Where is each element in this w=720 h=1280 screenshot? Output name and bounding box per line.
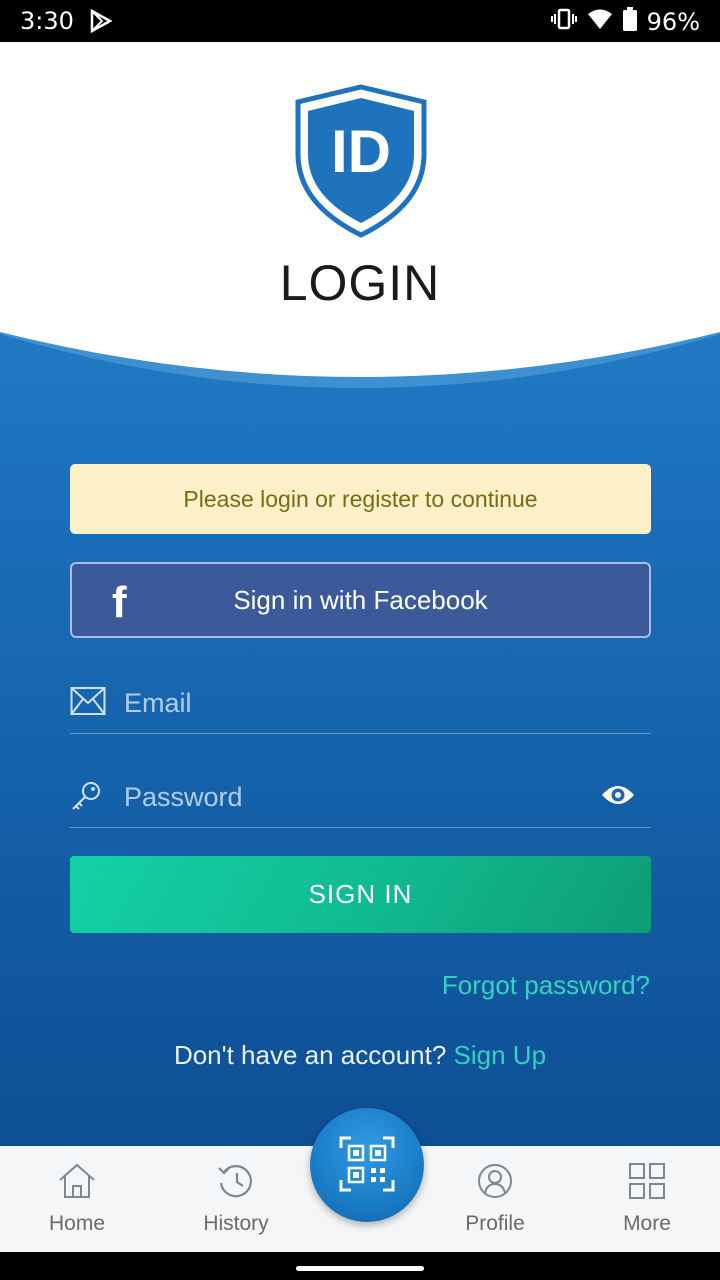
key-icon: [70, 780, 102, 817]
facebook-icon: f: [112, 578, 127, 627]
battery-percent: 96%: [646, 8, 700, 36]
grid-icon: [587, 1162, 707, 1206]
sign-up-link[interactable]: Sign Up: [454, 1040, 547, 1070]
signup-prompt-row: Don't have an account? Sign Up: [0, 1040, 720, 1071]
forgot-password-link[interactable]: Forgot password?: [442, 970, 650, 1001]
play-store-icon: [90, 8, 113, 39]
envelope-icon: [70, 686, 106, 721]
sign-in-button[interactable]: SIGN IN: [70, 856, 651, 933]
id-shield-logo: ID: [294, 84, 428, 243]
home-icon: [17, 1162, 137, 1206]
nav-item-home[interactable]: Home: [17, 1146, 137, 1252]
signup-prompt-text: Don't have an account?: [173, 1040, 454, 1070]
qr-scan-button[interactable]: [310, 1108, 424, 1222]
home-gesture-handle[interactable]: [296, 1266, 424, 1271]
nav-item-profile[interactable]: Profile: [435, 1146, 555, 1252]
password-field: [70, 768, 651, 828]
nav-label-more: More: [623, 1212, 671, 1235]
notice-banner: Please login or register to continue: [70, 464, 651, 534]
password-input[interactable]: [124, 772, 584, 822]
battery-icon: [622, 7, 637, 37]
facebook-signin-label: Sign in with Facebook: [233, 584, 488, 615]
gesture-bar: [0, 1252, 720, 1280]
nav-item-history[interactable]: History: [176, 1146, 296, 1252]
status-time: 3:30: [20, 7, 74, 35]
notice-text: Please login or register to continue: [183, 485, 538, 512]
status-bar: 3:30 96%: [0, 0, 720, 42]
nav-label-home: Home: [48, 1212, 106, 1235]
history-icon: [176, 1162, 296, 1206]
nav-item-more[interactable]: More: [587, 1146, 707, 1252]
facebook-signin-button[interactable]: f Sign in with Facebook: [70, 562, 651, 638]
login-screen: ID LOGIN Please login or register to con…: [0, 42, 720, 1146]
email-input[interactable]: [124, 678, 584, 728]
show-password-eye-icon[interactable]: [601, 782, 635, 813]
vibrate-icon: [550, 8, 577, 36]
nav-label-profile: Profile: [465, 1212, 525, 1235]
logo-text: ID: [331, 118, 391, 185]
nav-label-history: History: [203, 1212, 269, 1235]
wifi-icon: [587, 8, 613, 36]
page-title: LOGIN: [279, 255, 441, 311]
email-field: [70, 674, 651, 734]
qr-scan-icon: [339, 1136, 395, 1192]
profile-icon: [435, 1162, 555, 1206]
